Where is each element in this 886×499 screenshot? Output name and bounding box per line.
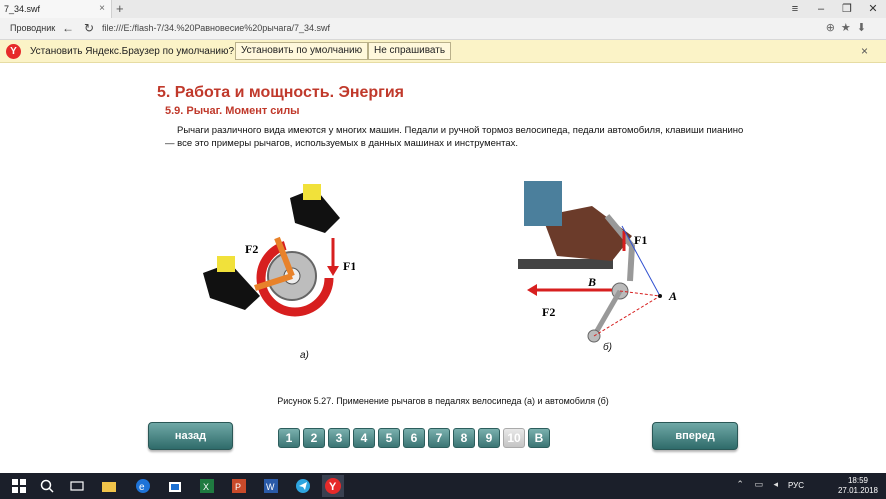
browser-tab[interactable]: 7_34.swf × bbox=[0, 0, 112, 18]
yandex-logo-icon: Y bbox=[6, 44, 21, 59]
search-icon[interactable] bbox=[38, 477, 56, 495]
default-browser-infobar: Y Установить Яндекс.Браузер по умолчанию… bbox=[0, 40, 886, 63]
label-f1: F1 bbox=[343, 259, 355, 273]
word-icon[interactable]: W bbox=[262, 477, 280, 495]
figure-b-label: б) bbox=[603, 342, 612, 353]
svg-text:X: X bbox=[203, 482, 209, 492]
clock-time: 18:59 bbox=[847, 476, 868, 485]
page-button-9[interactable]: 9 bbox=[478, 428, 500, 448]
page-navigation: 1 2 3 4 5 6 7 8 9 10 B bbox=[278, 428, 550, 448]
page-button-b[interactable]: B bbox=[528, 428, 550, 448]
back-button[interactable]: назад bbox=[148, 422, 233, 450]
task-view-icon[interactable] bbox=[68, 477, 86, 495]
page-button-5[interactable]: 5 bbox=[378, 428, 400, 448]
telegram-icon[interactable] bbox=[294, 477, 312, 495]
page-button-3[interactable]: 3 bbox=[328, 428, 350, 448]
label-a: A bbox=[668, 289, 677, 303]
powerpoint-icon[interactable]: P bbox=[230, 477, 248, 495]
point-a bbox=[658, 294, 662, 298]
page-button-10[interactable]: 10 bbox=[503, 428, 525, 448]
page-subtitle: 5.9. Рычаг. Момент силы bbox=[165, 105, 300, 117]
svg-text:W: W bbox=[266, 482, 275, 492]
excel-icon[interactable]: X bbox=[198, 477, 216, 495]
minimize-button[interactable]: – bbox=[808, 0, 834, 18]
infobar-text: Установить Яндекс.Браузер по умолчанию? bbox=[30, 46, 235, 57]
sock-lower bbox=[217, 256, 235, 272]
lever-arm bbox=[591, 289, 623, 338]
page-title: 5. Работа и мощность. Энергия bbox=[157, 84, 405, 101]
force-f1-head bbox=[327, 266, 339, 276]
yandex-browser-taskbar-icon[interactable]: Y bbox=[322, 475, 344, 497]
dont-ask-button[interactable]: Не спрашивать bbox=[368, 42, 452, 60]
label-f1: F1 bbox=[634, 233, 647, 247]
label-b: B bbox=[587, 275, 596, 289]
new-tab-button[interactable]: + bbox=[116, 1, 124, 16]
windows-taskbar: e X P W Y ⌃ ▭ ◂ РУС 18:59 27.01.2018 bbox=[0, 473, 886, 499]
language-indicator[interactable]: РУС bbox=[788, 481, 804, 490]
floor-plate bbox=[518, 259, 613, 269]
forward-button[interactable]: вперед bbox=[652, 422, 738, 450]
address-bar: Проводник ← ↻ file:///E:/flash-7/34.%20Р… bbox=[0, 18, 886, 40]
page-button-7[interactable]: 7 bbox=[428, 428, 450, 448]
tab-bar: 7_34.swf × + ≡ – ❐ ✕ bbox=[0, 0, 886, 18]
label-f2: F2 bbox=[542, 305, 555, 319]
page-button-8[interactable]: 8 bbox=[453, 428, 475, 448]
page-button-1[interactable]: 1 bbox=[278, 428, 300, 448]
infobar-close-icon[interactable]: × bbox=[861, 44, 868, 58]
intro-paragraph: Рычаги различного вида имеются у многих … bbox=[165, 125, 744, 149]
force-f2-head bbox=[527, 284, 537, 296]
figure-a-label: а) bbox=[300, 350, 309, 361]
clock-date: 27.01.2018 bbox=[837, 486, 878, 495]
bicycle-pedal-figure: F1 F2 bbox=[203, 184, 355, 317]
menu-button[interactable]: ≡ bbox=[782, 0, 808, 18]
clock[interactable]: 18:59 27.01.2018 bbox=[838, 476, 878, 496]
svg-text:e: e bbox=[139, 482, 145, 493]
car-pedal-figure: F1 F2 B A bbox=[518, 181, 677, 343]
back-arrow-icon[interactable]: ← bbox=[62, 21, 74, 35]
edge-browser-icon[interactable]: e bbox=[134, 477, 152, 495]
sock-upper bbox=[303, 184, 321, 200]
restore-button[interactable]: ❐ bbox=[834, 0, 860, 18]
figure-caption: Рисунок 5.27. Применение рычагов в педал… bbox=[277, 396, 609, 406]
set-default-button[interactable]: Установить по умолчанию bbox=[235, 42, 369, 60]
bookmark-star-icon[interactable]: ⊕★⬇ bbox=[826, 21, 872, 34]
file-explorer-icon[interactable] bbox=[100, 477, 118, 495]
page-button-2[interactable]: 2 bbox=[303, 428, 325, 448]
trouser bbox=[524, 181, 562, 226]
screen: 7_34.swf × + ≡ – ❐ ✕ Проводник ← ↻ file:… bbox=[0, 0, 886, 499]
svg-text:Y: Y bbox=[329, 481, 337, 493]
url-field[interactable]: file:///E:/flash-7/34.%20Равновесие%20ры… bbox=[102, 23, 330, 33]
store-icon[interactable] bbox=[166, 477, 184, 495]
page-button-6[interactable]: 6 bbox=[403, 428, 425, 448]
close-window-button[interactable]: ✕ bbox=[860, 0, 886, 18]
system-tray-icons[interactable]: ⌃ ▭ ◂ bbox=[736, 479, 782, 490]
flash-content: 5. Работа и мощность. Энергия 5.9. Рычаг… bbox=[0, 63, 886, 473]
svg-text:P: P bbox=[235, 482, 241, 492]
tab-close-icon[interactable]: × bbox=[99, 3, 105, 14]
label-f2: F2 bbox=[245, 242, 258, 256]
windows-start-icon[interactable] bbox=[10, 477, 28, 495]
page-button-4[interactable]: 4 bbox=[353, 428, 375, 448]
explorer-button[interactable]: Проводник bbox=[10, 23, 55, 33]
tab-title: 7_34.swf bbox=[4, 4, 41, 14]
reload-icon[interactable]: ↻ bbox=[84, 21, 94, 35]
